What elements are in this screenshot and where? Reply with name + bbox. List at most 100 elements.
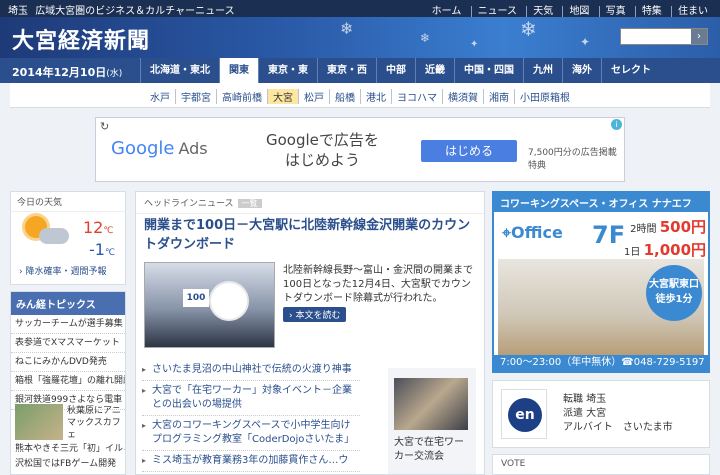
list-item[interactable]: 箱根「強羅花壇」の離れ開講 — [11, 372, 125, 391]
high-temp-value: 12 — [83, 218, 104, 237]
floor-label: 7F — [592, 221, 626, 249]
cloud-icon — [39, 228, 69, 244]
city-links: 水戸 宇都宮 高崎前橋 大宮 松戸 船橋 港北 ヨコハマ 横須賀 湘南 小田原箱… — [145, 89, 575, 104]
headline-label-text: ヘッドラインニュース — [144, 199, 234, 209]
job-link-dispatch[interactable]: 派遣 大宮 — [563, 407, 673, 421]
coworking-title: コワーキングスペース・オフィス ナナエフ — [494, 193, 708, 212]
refresh-icon[interactable]: ↻ — [100, 120, 109, 133]
news-list-item[interactable]: さいたま見沼の中山神社で伝統の火渡り神事 — [142, 360, 360, 381]
top-link-weather[interactable]: 天気 — [526, 6, 560, 17]
topic-thumbnail[interactable] — [15, 404, 63, 440]
price-2h: 500円 — [659, 218, 707, 236]
region-nav: 2014年12月10日(水) 北海道・東北 関東 東京・東 東京・西 中部 近畿… — [0, 58, 720, 83]
city-link-takasaki-maebashi[interactable]: 高崎前橋 — [216, 89, 267, 104]
tab-kinki[interactable]: 近畿 — [415, 58, 454, 83]
top-link-photo[interactable]: 写真 — [598, 6, 632, 17]
side-story-photo[interactable] — [394, 378, 468, 430]
city-link-yokohama[interactable]: ヨコハマ — [391, 89, 442, 104]
site-logo[interactable]: 大宮経済新聞 — [12, 23, 150, 55]
tab-select[interactable]: セレクト — [601, 58, 660, 83]
search-button[interactable]: › — [691, 29, 707, 44]
snowflake-icon: ✦ — [470, 39, 479, 50]
topic-pic-text[interactable]: 秋葉原にアニマックスカフェ — [67, 405, 123, 441]
city-link-odawara-hakone[interactable]: 小田原箱根 — [514, 89, 575, 104]
city-link-funabashi[interactable]: 船橋 — [329, 89, 360, 104]
top-strip: 埼玉 広域大宮圏のビジネス＆カルチャーニュース ホーム ニュース 天気 地図 写… — [0, 0, 720, 17]
info-icon[interactable]: i — [611, 119, 622, 130]
region-tabs: 北海道・東北 関東 東京・東 東京・西 中部 近畿 中国・四国 九州 海外 セレ… — [140, 58, 660, 83]
price-2h-label: 2時間 — [630, 224, 657, 235]
list-item[interactable]: 熊本やきそ三元「初」イルミ — [15, 442, 125, 457]
news-list-item[interactable]: 大宮のコワーキングスペースで小中学生向けプログラミング教室「CoderDojoさ… — [142, 416, 360, 451]
weather-widget[interactable]: 今日の天気 12℃ -1℃ › 降水確率・週間予報 — [10, 191, 126, 285]
coworking-ad[interactable]: コワーキングスペース・オフィス ナナエフ ⌖Office 7F 2時間 500円… — [492, 191, 710, 373]
rain-forecast-label: 降水確率・週間予報 — [25, 267, 107, 277]
list-item[interactable]: 沢松国ではFBゲーム開発 — [15, 457, 125, 472]
city-link-yokosuka[interactable]: 横須賀 — [442, 89, 483, 104]
top-link-news[interactable]: ニュース — [470, 6, 524, 17]
city-link-matsudo[interactable]: 松戸 — [298, 89, 329, 104]
job-link-career[interactable]: 転職 埼玉 — [563, 393, 673, 407]
price-list: 2時間 500円 1日 1,000円 — [624, 217, 706, 263]
job-link-parttime[interactable]: アルバイト さいたま市 — [563, 421, 673, 435]
snowflake-icon: ❄ — [340, 19, 354, 38]
side-story[interactable]: 大宮で在宅ワーカー交流会 — [388, 368, 476, 474]
ad-start-button[interactable]: はじめる — [421, 140, 517, 162]
tab-chubu[interactable]: 中部 — [376, 58, 415, 83]
list-item[interactable]: 表参道でXマスマーケット — [11, 334, 125, 353]
news-list-item[interactable]: 大宮で「在宅ワーカー」対象イベント－企業との出会いの場提供 — [142, 381, 360, 416]
ad-line-1: Googleで広告を — [266, 131, 379, 149]
access-line-1: 大宮駅東口 — [649, 279, 699, 290]
city-link-shonan[interactable]: 湘南 — [483, 89, 514, 104]
snowflake-icon: ✦ — [580, 35, 591, 49]
list-item[interactable]: サッカーチームが選手募集 — [11, 315, 125, 334]
site-tagline: 広域大宮圏のビジネス＆カルチャーニュース — [35, 6, 235, 17]
access-badge: 大宮駅東口 徒歩1分 — [646, 265, 702, 321]
en-logo: en — [501, 389, 547, 439]
topics-panel: みん経トピックス サッカーチームが選手募集 表参道でXマスマーケット ねこにみか… — [10, 291, 126, 475]
city-nav: 水戸 宇都宮 高崎前橋 大宮 松戸 船橋 港北 ヨコハマ 横須賀 湘南 小田原箱… — [10, 83, 710, 108]
office-logo: ⌖Office — [502, 223, 563, 243]
search-box[interactable]: › — [620, 28, 708, 45]
headline-photo[interactable]: 100 — [144, 262, 275, 348]
list-item[interactable]: ねこにみかんDVD発売 — [11, 353, 125, 372]
news-list-item[interactable]: ミス埼玉が教育業務3年の加藤貫作さん…ウ — [142, 451, 360, 472]
snowflake-icon: ❄ — [520, 17, 537, 41]
top-link-home[interactable]: ホーム — [426, 6, 468, 17]
city-link-omiya[interactable]: 大宮 — [267, 89, 298, 104]
city-link-mito[interactable]: 水戸 — [145, 89, 175, 104]
top-link-feature[interactable]: 特集 — [634, 6, 668, 17]
site-header: ❄ ❄ ❄ ✦ ✦ 大宮経済新聞 › — [0, 17, 720, 58]
rain-forecast-link[interactable]: › 降水確率・週間予報 — [19, 264, 106, 277]
vote-title: VOTE — [501, 459, 526, 469]
weekday-text: (水) — [106, 69, 123, 79]
tab-hokkaido-tohoku[interactable]: 北海道・東北 — [140, 58, 219, 83]
city-link-utsunomiya[interactable]: 宇都宮 — [175, 89, 216, 104]
google-ads-logo: Google Ads — [111, 138, 208, 159]
tab-tokyo-east[interactable]: 東京・東 — [258, 58, 317, 83]
tab-tokyo-west[interactable]: 東京・西 — [317, 58, 376, 83]
job-links: 転職 埼玉 派遣 大宮 アルバイト さいたま市 — [563, 393, 673, 435]
tab-chugoku-shikoku[interactable]: 中国・四国 — [454, 58, 523, 83]
access-line-2: 徒歩1分 — [655, 294, 693, 305]
mascot-figure — [209, 281, 249, 321]
side-story-caption[interactable]: 大宮で在宅ワーカー交流会 — [394, 436, 472, 464]
opening-hours: 7:00～23:00（年中無休）☎048-729-5197 — [494, 355, 708, 371]
tab-overseas[interactable]: 海外 — [562, 58, 601, 83]
low-temp: -1℃ — [89, 240, 115, 259]
topics-title: みん経トピックス — [11, 292, 125, 315]
job-ad[interactable]: en 転職 埼玉 派遣 大宮 アルバイト さいたま市 — [492, 380, 710, 448]
ad-headline: Googleで広告を はじめよう — [266, 130, 379, 170]
tab-kyushu[interactable]: 九州 — [523, 58, 562, 83]
top-link-housing[interactable]: 住まい — [671, 6, 714, 17]
headline-title[interactable]: 開業まで100日－大宮駅に北陸新幹線金沢開業のカウントダウンボード — [144, 216, 480, 254]
top-link-map[interactable]: 地図 — [562, 6, 596, 17]
office-logo-text: Office — [511, 223, 563, 242]
news-list: さいたま見沼の中山神社で伝統の火渡り神事 大宮で「在宅ワーカー」対象イベント－企… — [142, 360, 360, 472]
list-all-tag[interactable]: 一覧 — [237, 199, 262, 208]
tab-kanto[interactable]: 関東 — [219, 58, 258, 83]
read-more-button[interactable]: › 本文を読む — [283, 307, 347, 322]
google-ad-banner[interactable]: ↻ i Google Ads Googleで広告を はじめよう はじめる 7,50… — [95, 117, 625, 182]
city-link-kohoku[interactable]: 港北 — [360, 89, 391, 104]
en-logo-mark: en — [508, 398, 542, 432]
